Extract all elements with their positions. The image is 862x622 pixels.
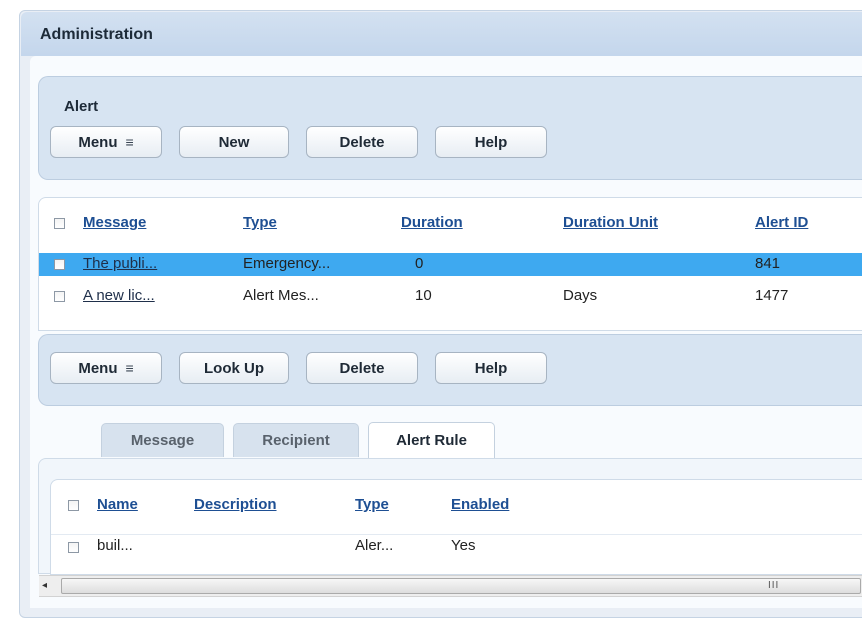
menu-button-label: Menu bbox=[78, 133, 118, 151]
column-header-type[interactable]: Type bbox=[243, 214, 277, 231]
alert-grid-header: Message Type Duration Duration Unit Aler… bbox=[39, 211, 862, 234]
look-up-button-label: Look Up bbox=[204, 359, 264, 377]
detail-help-button-label: Help bbox=[474, 359, 508, 377]
rule-type-cell: Aler... bbox=[355, 537, 394, 554]
alert-panel-title: Alert bbox=[64, 98, 99, 115]
table-row[interactable]: The publi... Emergency... 0 841 bbox=[39, 253, 862, 276]
tab-content-panel: Name Description Type Enabled buil... Al… bbox=[38, 458, 862, 575]
rule-enabled-cell: Yes bbox=[451, 537, 476, 554]
new-button-label: New bbox=[218, 133, 250, 151]
column-header-alert-id[interactable]: Alert ID bbox=[755, 214, 808, 231]
scrollbar-thumb[interactable]: III bbox=[61, 578, 861, 594]
alert-id-cell: 841 bbox=[755, 255, 781, 272]
type-cell: Alert Mes... bbox=[243, 287, 319, 304]
help-button-label: Help bbox=[474, 133, 508, 151]
tab-recipient-label: Recipient bbox=[262, 432, 330, 449]
column-header-message[interactable]: Message bbox=[83, 214, 146, 231]
row-checkbox[interactable] bbox=[54, 259, 65, 270]
column-header-duration-unit[interactable]: Duration Unit bbox=[563, 214, 658, 231]
message-link[interactable]: The publi... bbox=[83, 255, 157, 272]
window-titlebar: Administration bbox=[21, 12, 862, 56]
menu-icon: ≡ bbox=[125, 360, 134, 376]
column-header-enabled[interactable]: Enabled bbox=[451, 496, 509, 513]
table-row[interactable]: buil... Aler... Yes bbox=[51, 534, 862, 558]
delete-button[interactable]: Delete bbox=[306, 126, 418, 158]
menu-icon: ≡ bbox=[125, 134, 134, 150]
tab-alert-rule[interactable]: Alert Rule bbox=[368, 422, 495, 458]
window-title: Administration bbox=[40, 26, 153, 43]
rule-name-cell: buil... bbox=[97, 537, 133, 554]
scrollbar-grip-icon: III bbox=[768, 580, 780, 591]
new-button[interactable]: New bbox=[179, 126, 289, 158]
column-header-rule-type[interactable]: Type bbox=[355, 496, 389, 513]
tab-alert-rule-label: Alert Rule bbox=[396, 432, 467, 449]
detail-delete-button-label: Delete bbox=[339, 359, 385, 377]
alert-grid: Message Type Duration Duration Unit Aler… bbox=[38, 197, 862, 331]
detail-menu-button[interactable]: Menu ≡ bbox=[50, 352, 162, 384]
tab-message[interactable]: Message bbox=[101, 423, 224, 457]
column-header-description[interactable]: Description bbox=[194, 496, 277, 513]
look-up-button[interactable]: Look Up bbox=[179, 352, 289, 384]
alert-id-cell: 1477 bbox=[755, 287, 789, 304]
detail-help-button[interactable]: Help bbox=[435, 352, 547, 384]
message-link[interactable]: A new lic... bbox=[83, 287, 155, 304]
detail-menu-button-label: Menu bbox=[78, 359, 118, 377]
row-checkbox[interactable] bbox=[54, 291, 65, 302]
detail-delete-button[interactable]: Delete bbox=[306, 352, 418, 384]
help-button[interactable]: Help bbox=[435, 126, 547, 158]
detail-toolbar-panel: Menu ≡ Look Up Delete Help bbox=[38, 334, 862, 406]
duration-cell: 0 bbox=[415, 255, 424, 272]
duration-unit-cell: Days bbox=[563, 287, 598, 304]
table-row[interactable]: A new lic... Alert Mes... 10 Days 1477 bbox=[39, 285, 862, 308]
scroll-left-icon[interactable]: ◂ bbox=[42, 580, 47, 591]
tab-recipient[interactable]: Recipient bbox=[233, 423, 359, 457]
select-all-checkbox[interactable] bbox=[54, 218, 65, 229]
duration-cell: 10 bbox=[415, 287, 432, 304]
rule-grid-header: Name Description Type Enabled bbox=[51, 494, 862, 517]
column-header-duration[interactable]: Duration bbox=[401, 214, 463, 231]
rule-select-all-checkbox[interactable] bbox=[68, 500, 79, 511]
horizontal-scrollbar[interactable]: ◂ III bbox=[39, 575, 862, 597]
alert-panel: Alert Menu ≡ New Delete Help bbox=[38, 76, 862, 180]
type-cell: Emergency... bbox=[243, 255, 331, 272]
delete-button-label: Delete bbox=[339, 133, 385, 151]
rule-grid: Name Description Type Enabled buil... Al… bbox=[50, 479, 862, 575]
tab-message-label: Message bbox=[130, 432, 195, 449]
row-checkbox[interactable] bbox=[68, 542, 79, 553]
column-header-name[interactable]: Name bbox=[97, 496, 138, 513]
menu-button[interactable]: Menu ≡ bbox=[50, 126, 162, 158]
